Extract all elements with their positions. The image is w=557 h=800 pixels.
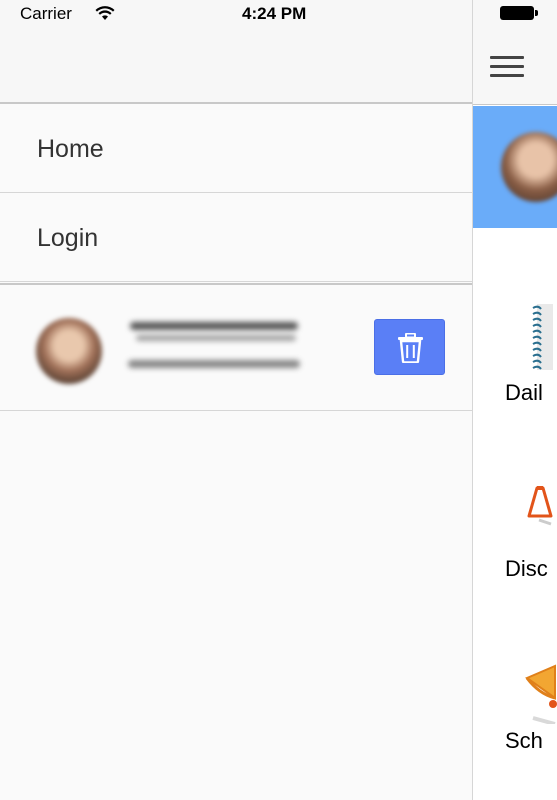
account-row[interactable] bbox=[0, 285, 472, 411]
hamburger-menu-icon[interactable] bbox=[490, 56, 524, 78]
banner-avatar bbox=[501, 132, 557, 202]
notebook-icon bbox=[532, 304, 553, 370]
carrier-label: Carrier bbox=[20, 4, 72, 23]
bell-icon bbox=[525, 664, 557, 724]
account-name-redacted-shadow bbox=[136, 335, 296, 341]
account-email-redacted bbox=[128, 360, 300, 368]
status-bar: Carrier 4:24 PM bbox=[0, 0, 557, 30]
profile-banner bbox=[473, 106, 557, 228]
main-item-sch[interactable]: Sch bbox=[473, 656, 557, 786]
wifi-icon bbox=[95, 6, 115, 20]
account-avatar bbox=[36, 318, 102, 384]
delete-account-button[interactable] bbox=[374, 319, 445, 375]
menu-item-home-label: Home bbox=[37, 135, 104, 163]
main-item-sch-label: Sch bbox=[505, 728, 543, 753]
main-item-disc-label: Disc bbox=[505, 556, 548, 581]
flask-icon bbox=[527, 486, 553, 526]
menu-item-home[interactable]: Home bbox=[0, 104, 472, 193]
main-page: Dail Disc Sch bbox=[472, 0, 557, 800]
trash-icon bbox=[398, 333, 423, 363]
side-menu-list: Home Login bbox=[0, 104, 472, 282]
main-item-daily-label: Dail bbox=[505, 380, 543, 405]
clock: 4:24 PM bbox=[242, 4, 307, 23]
account-name-redacted bbox=[130, 322, 298, 330]
menu-item-login-label: Login bbox=[37, 224, 99, 252]
menu-item-login[interactable]: Login bbox=[0, 193, 472, 282]
battery-icon bbox=[500, 6, 538, 20]
main-item-daily[interactable]: Dail bbox=[473, 296, 557, 426]
main-item-disc[interactable]: Disc bbox=[473, 480, 557, 610]
side-menu: Home Login bbox=[0, 0, 472, 800]
